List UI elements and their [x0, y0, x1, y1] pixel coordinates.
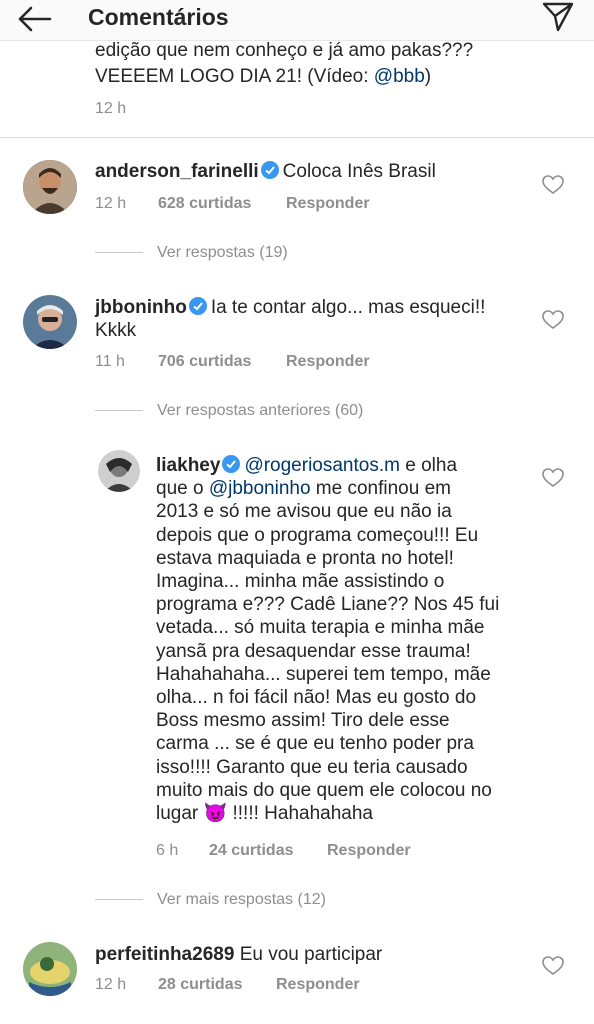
avatar[interactable] [98, 450, 140, 492]
comment-time: 12 h [95, 976, 127, 993]
reply-button[interactable]: Responder [276, 976, 360, 994]
comment-line: vetada... só muita terapia e minha mãe [156, 617, 485, 639]
comment-likes[interactable]: 28 curtidas [158, 976, 242, 994]
comment-time: 11 h [95, 353, 125, 370]
avatar[interactable] [23, 942, 77, 996]
comment-body: jbboninho Ia te contar algo... mas esquec… [95, 296, 545, 342]
comment-text: Kkkk [95, 320, 137, 341]
avatar[interactable] [23, 160, 77, 214]
heart-icon[interactable] [542, 175, 564, 195]
comment-meta: 12 h 28 curtidas Responder [95, 976, 495, 996]
comment-text: Ia te contar algo... mas esqueci!! [210, 297, 486, 318]
comment-line: olha... n foi fácil não! Mas eu gosto do [156, 687, 477, 709]
comment-line: isso!!!! Garanto que eu teria causado [156, 756, 468, 778]
avatar[interactable] [23, 295, 77, 349]
comment-line: carma ... se é que eu tenho poder pra [156, 733, 474, 755]
header-bar: Comentários [0, 0, 594, 41]
comment-line: Boss mesmo assim! Tiro dele esse [156, 710, 450, 732]
comment-likes[interactable]: 706 curtidas [158, 353, 251, 371]
comment-meta: 6 h 24 curtidas Responder [156, 842, 536, 862]
comment-time: 12 h [95, 195, 127, 212]
post-caption: edição que nem conheço e já amo pakas???… [95, 38, 565, 90]
comment-username[interactable]: liakhey [156, 455, 220, 476]
heart-icon[interactable] [542, 956, 564, 976]
comment-username[interactable]: jbboninho [95, 297, 187, 318]
divider [95, 410, 143, 411]
reply-button[interactable]: Responder [286, 353, 370, 371]
comment-line: programa e??? Cadê Liane?? Nos 45 fui [156, 594, 500, 616]
comment-username[interactable]: anderson_farinelli [95, 161, 259, 182]
comment-body: perfeitinha2689 Eu vou participar [95, 943, 535, 966]
comment-line: yansã pra desaquendar esse trauma! [156, 640, 471, 662]
comment-time: 6 h [156, 842, 179, 859]
comment-meta: 11 h 706 curtidas Responder [95, 353, 495, 373]
caption-time: 12 h [95, 100, 127, 117]
comment-text: Eu vou participar [239, 944, 383, 965]
reply-button[interactable]: Responder [327, 842, 411, 860]
comment-line: Hahahahaha... superei tem tempo, mãe [156, 663, 491, 685]
paper-plane-icon[interactable] [538, 0, 578, 34]
comment-line: muito mais do que quem ele colocou no [156, 779, 492, 801]
caption-line-1: edição que nem conheço e já amo pakas??? [95, 40, 474, 61]
view-replies-link[interactable]: Ver respostas anteriores (60) [157, 402, 363, 420]
comment-line: 2013 e só me avisou que eu não ia [156, 501, 452, 523]
verified-badge-icon [188, 297, 207, 315]
comment-line: Imagina... minha mãe assistindo o [156, 571, 445, 593]
comment-line: estava maquiada e pronta no hotel! [156, 547, 454, 569]
view-replies-link[interactable]: Ver respostas (19) [157, 244, 288, 262]
comment-text: Coloca Inês Brasil [282, 161, 436, 182]
divider [0, 137, 594, 138]
heart-icon[interactable] [542, 468, 564, 488]
mention-link[interactable]: @rogeriosantos.m [244, 455, 400, 476]
mention-link[interactable]: @bbb [374, 66, 425, 87]
verified-badge-icon [260, 161, 279, 179]
divider [95, 899, 143, 900]
mention-link[interactable]: @jbboninho [209, 478, 311, 499]
heart-icon[interactable] [542, 310, 564, 330]
comment-username[interactable]: perfeitinha2689 [95, 944, 234, 965]
verified-badge-icon [222, 455, 241, 473]
caption-line-2: VEEEEM LOGO DIA 21! (Vídeo: @bbb) [95, 66, 432, 87]
devil-emoji-icon: 😈 [203, 803, 228, 825]
page-title: Comentários [88, 4, 229, 30]
reply-button[interactable]: Responder [286, 195, 370, 213]
view-replies-link[interactable]: Ver mais respostas (12) [157, 891, 326, 909]
divider [95, 252, 143, 253]
arrow-left-icon[interactable] [16, 4, 56, 34]
comment-meta: 12 h 628 curtidas Responder [95, 195, 495, 215]
comment-likes[interactable]: 628 curtidas [158, 195, 251, 213]
comment-body: anderson_farinelli Coloca Inês Brasil [95, 160, 565, 183]
comment-body: liakhey @rogeriosantos.m e olha que o @jb… [156, 454, 556, 825]
comment-likes[interactable]: 24 curtidas [209, 842, 293, 860]
comment-line: depois que o programa começou!!! Eu [156, 524, 479, 546]
